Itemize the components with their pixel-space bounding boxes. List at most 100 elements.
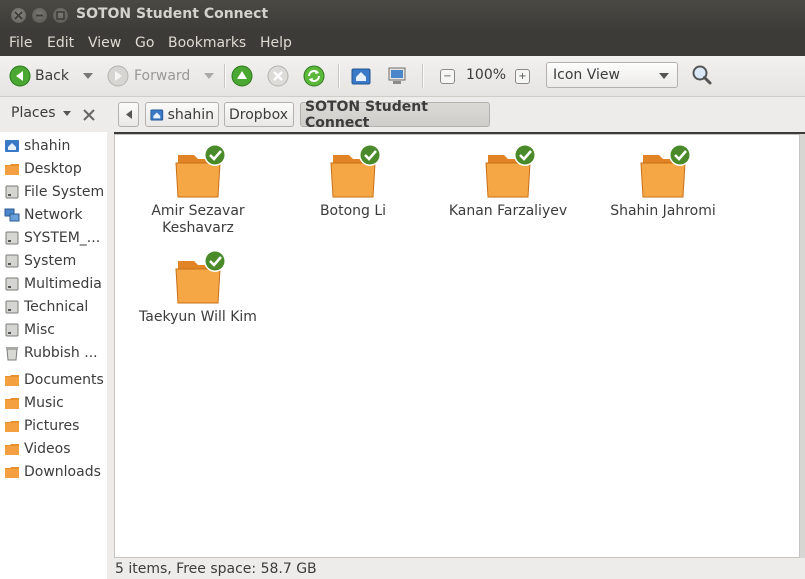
- sidebar-item-label: Music: [24, 395, 64, 411]
- synced-folder-icon: [478, 141, 538, 201]
- sidebar-item-technical[interactable]: Technical: [4, 296, 88, 318]
- reload-button[interactable]: [303, 65, 325, 87]
- menu-go[interactable]: Go: [135, 35, 154, 51]
- sidebar-item-label: Desktop: [24, 161, 82, 177]
- sidebar-item-label: Network: [24, 207, 83, 223]
- folder-item[interactable]: Shahin Jahromi: [598, 141, 728, 220]
- status-text: 5 items, Free space: 58.7 GB: [115, 561, 317, 577]
- folder-icon: [5, 421, 19, 432]
- sidebar-item-label: Videos: [24, 441, 71, 457]
- stop-icon: [267, 65, 289, 87]
- menu-bookmarks[interactable]: Bookmarks: [168, 35, 246, 51]
- minimize-icon: [36, 14, 43, 17]
- places-header[interactable]: Places: [11, 105, 71, 121]
- folder-item[interactable]: Botong Li: [288, 141, 418, 220]
- maximize-window-button[interactable]: [53, 8, 68, 23]
- folder-icon: [5, 444, 19, 455]
- sidebar-item-label: System: [24, 253, 77, 269]
- sidebar-resize-handle[interactable]: [107, 132, 114, 579]
- chevron-down-icon: [659, 73, 669, 79]
- close-window-button[interactable]: [11, 8, 26, 23]
- breadcrumb-dropbox[interactable]: Dropbox: [224, 102, 294, 127]
- reload-icon: [303, 65, 325, 87]
- folder-item[interactable]: Amir Sezavar Keshavarz: [133, 141, 263, 237]
- sidebar-item-desktop[interactable]: Desktop: [4, 158, 82, 180]
- sidebar-item-music[interactable]: Music: [4, 392, 64, 414]
- menu-edit[interactable]: Edit: [47, 35, 74, 51]
- sidebar-item-shahin[interactable]: shahin: [4, 135, 70, 157]
- up-button[interactable]: [231, 65, 253, 87]
- sidebar-item-label: SYSTEM_...: [24, 230, 101, 246]
- toolbar-separator: [224, 64, 226, 88]
- back-arrow-icon: [9, 65, 31, 87]
- folder-item[interactable]: Taekyun Will Kim: [133, 247, 263, 326]
- network-icon: [4, 208, 20, 222]
- sidebar-item-pictures[interactable]: Pictures: [4, 415, 79, 437]
- sidebar-item-label: Multimedia: [24, 276, 102, 292]
- close-sidebar-icon[interactable]: [83, 109, 95, 121]
- synced-folder-icon: [323, 141, 383, 201]
- toolbar: Back Forward − 100% +: [0, 56, 805, 97]
- minimize-window-button[interactable]: [32, 8, 47, 23]
- view-mode-select[interactable]: Icon View: [546, 62, 678, 88]
- stop-button[interactable]: [267, 65, 289, 87]
- drive-icon: [5, 300, 19, 314]
- sidebar-item-downloads[interactable]: Downloads: [4, 461, 101, 483]
- forward-button[interactable]: Forward: [107, 65, 215, 87]
- sidebar-item-system-drive[interactable]: SYSTEM_...: [4, 227, 100, 249]
- sidebar-item-system[interactable]: System: [4, 250, 76, 272]
- synced-folder-icon: [168, 247, 228, 307]
- sidebar-item-multimedia[interactable]: Multimedia: [4, 273, 102, 295]
- computer-button[interactable]: [386, 65, 408, 87]
- zoom-out-button[interactable]: −: [440, 69, 455, 84]
- breadcrumb-label: shahin: [167, 106, 214, 123]
- menu-view[interactable]: View: [88, 35, 121, 51]
- sidebar-item-label: File System: [24, 184, 105, 200]
- zoom-out-icon: −: [440, 69, 455, 84]
- sidebar-item-rubbish-bin[interactable]: Rubbish ...: [4, 342, 98, 364]
- file-name: Botong Li: [319, 203, 387, 219]
- sidebar-item-misc[interactable]: Misc: [4, 319, 55, 341]
- sidebar-item-label: Downloads: [24, 464, 101, 480]
- menu-help[interactable]: Help: [260, 35, 292, 51]
- sidebar-item-file-system[interactable]: File System: [4, 181, 104, 203]
- sidebar-item-label: shahin: [24, 138, 71, 154]
- back-history-dropdown-icon[interactable]: [83, 73, 93, 79]
- zoom-in-icon: +: [515, 69, 530, 84]
- breadcrumb-current[interactable]: SOTON Student Connect: [300, 99, 490, 131]
- synced-folder-icon: [168, 141, 228, 201]
- zoom-level: 100%: [466, 67, 507, 83]
- title-bar: SOTON Student Connect: [0, 0, 805, 32]
- home-button[interactable]: [350, 65, 372, 87]
- breadcrumb-shahin[interactable]: shahin: [145, 102, 219, 127]
- folder-item[interactable]: Kanan Farzaliyev: [443, 141, 573, 220]
- places-dropdown-icon: [62, 110, 71, 116]
- file-name: Amir Sezavar Keshavarz: [133, 203, 263, 237]
- drive-icon: [5, 185, 19, 199]
- toolbar-separator: [422, 64, 424, 88]
- desktop-folder-icon: [5, 164, 19, 175]
- window-title: SOTON Student Connect: [76, 6, 269, 22]
- file-icon-view[interactable]: Amir Sezavar Keshavarz Botong Li Kanan F…: [114, 134, 800, 558]
- back-button[interactable]: Back: [9, 65, 93, 87]
- sidebar-item-network[interactable]: Network: [4, 204, 82, 226]
- sidebar-item-documents[interactable]: Documents: [4, 369, 104, 391]
- folder-icon: [5, 398, 19, 409]
- file-name: Taekyun Will Kim: [139, 309, 257, 325]
- menu-file[interactable]: File: [9, 35, 32, 51]
- forward-history-dropdown-icon[interactable]: [204, 73, 215, 79]
- home-icon: [5, 140, 19, 152]
- forward-label: Forward: [134, 68, 191, 84]
- zoom-in-button[interactable]: +: [515, 69, 530, 84]
- view-mode-value: Icon View: [553, 67, 620, 83]
- home-icon: [150, 108, 164, 121]
- menu-bar: File Edit View Go Bookmarks Help: [0, 32, 805, 56]
- up-arrow-icon: [231, 65, 253, 87]
- file-name-line2: Keshavarz: [162, 220, 234, 236]
- computer-icon: [388, 67, 406, 84]
- search-button[interactable]: [691, 64, 713, 86]
- sidebar-item-videos[interactable]: Videos: [4, 438, 71, 460]
- folder-icon: [5, 375, 19, 386]
- breadcrumb-scroll-left-button[interactable]: [118, 102, 139, 127]
- sidebar-item-label: Documents: [24, 372, 104, 388]
